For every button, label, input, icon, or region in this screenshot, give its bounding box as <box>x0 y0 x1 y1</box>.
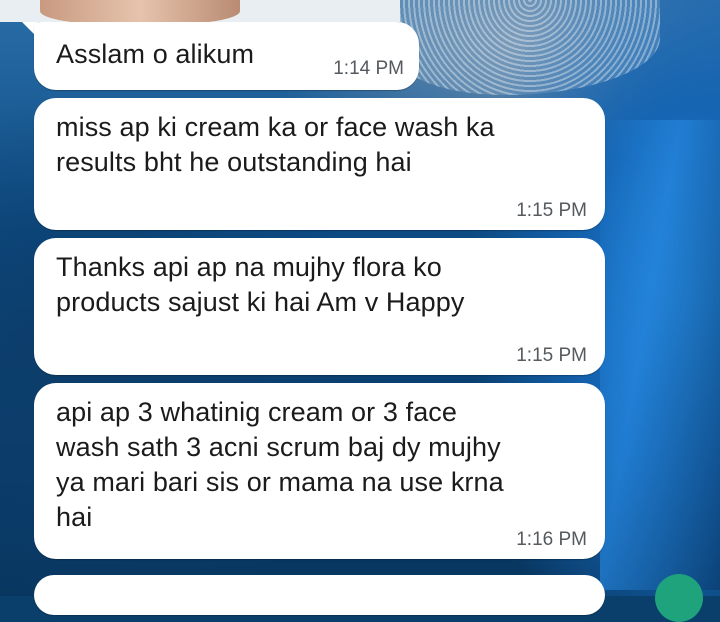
message-timestamp: 1:15 PM <box>516 345 587 366</box>
message-bubble-1[interactable]: Asslam o alikum 1:14 PM <box>34 22 419 90</box>
message-text: miss ap ki cream ka or face wash ka resu… <box>56 112 495 177</box>
wallpaper-lace-detail <box>400 0 660 95</box>
message-bubble-4[interactable]: api ap 3 whatinig cream or 3 face wash s… <box>34 383 605 559</box>
wallpaper-fabric-fold <box>600 120 720 590</box>
message-bubble-2[interactable]: miss ap ki cream ka or face wash ka resu… <box>34 98 605 230</box>
message-bubble-3[interactable]: Thanks api ap na mujhy flora ko products… <box>34 238 605 375</box>
message-timestamp: 1:16 PM <box>516 529 587 550</box>
scroll-to-bottom-button[interactable] <box>655 574 703 622</box>
message-text: api ap 3 whatinig cream or 3 face wash s… <box>56 397 504 532</box>
message-bubble-partial[interactable] <box>34 575 605 615</box>
message-text: Thanks api ap na mujhy flora ko products… <box>56 252 465 317</box>
message-timestamp: 1:14 PM <box>333 58 404 79</box>
message-text: Asslam o alikum <box>56 39 255 69</box>
message-timestamp: 1:15 PM <box>516 200 587 221</box>
